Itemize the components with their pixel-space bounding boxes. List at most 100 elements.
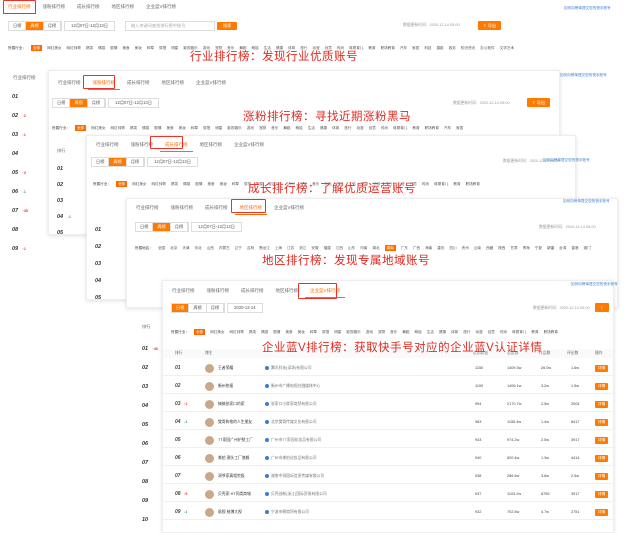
detail-button[interactable]: 详情 xyxy=(595,455,609,462)
category-item[interactable]: 办公软件 xyxy=(480,45,494,51)
region-item[interactable]: 江苏 xyxy=(287,245,294,251)
category-item[interactable]: 教育 xyxy=(412,125,419,131)
category-item[interactable]: 宠物 xyxy=(259,125,266,131)
category-item[interactable]: 音乐 xyxy=(390,329,397,335)
category-item[interactable]: 搞笑 xyxy=(86,45,93,51)
category-item[interactable]: 种草 xyxy=(191,125,198,131)
region-item[interactable]: 山西 xyxy=(207,245,214,251)
category-item[interactable]: 舞蹈 xyxy=(283,125,290,131)
category-item[interactable]: 搞笑 xyxy=(249,329,256,335)
category-item[interactable]: 全部 xyxy=(115,181,128,187)
region-item[interactable]: 内蒙古 xyxy=(219,245,230,251)
detail-button[interactable]: 详情 xyxy=(595,383,609,390)
category-item[interactable]: 美食 xyxy=(285,329,292,335)
tab-enterprise[interactable]: 企业蓝V排行榜 xyxy=(141,1,181,14)
region-item[interactable]: 西藏 xyxy=(486,245,493,251)
category-item[interactable]: 萌娃 xyxy=(415,329,422,335)
category-item[interactable]: 剧情 xyxy=(195,181,202,187)
daily-button[interactable]: 日榜 xyxy=(53,99,71,107)
category-item[interactable]: 种草 xyxy=(310,329,317,335)
monthly-button[interactable]: 月榜 xyxy=(207,304,225,312)
region-item[interactable]: 澳门 xyxy=(584,245,591,251)
category-item[interactable]: 影视娱乐 xyxy=(227,125,241,131)
export-button[interactable]: ⇪ 导出 xyxy=(527,98,551,107)
submit-account-link[interactable]: 如何向榜单提交您的快手账号 xyxy=(571,282,618,287)
region-item[interactable]: 陕西 xyxy=(498,245,505,251)
category-item[interactable]: 母婴育儿 xyxy=(512,329,526,335)
table-row[interactable]: 09 ↓1 晗视 柚博大视 宁波市朝商贸有限公司 932 702.5w 4.7w 2751 详情 xyxy=(163,505,613,520)
region-item[interactable]: 宁夏 xyxy=(535,245,542,251)
avatar[interactable] xyxy=(205,364,214,373)
monthly-button[interactable]: 月榜 xyxy=(127,158,145,166)
table-row[interactable]: 05 TT家园广州护肤工厂 广州市TT家园化妆品有限公司 943 974.2w 2.5w 3… xyxy=(163,433,613,448)
avatar[interactable] xyxy=(205,382,214,391)
region-item[interactable]: 青海 xyxy=(523,245,530,251)
tab-rising[interactable]: 涨粉排行榜 xyxy=(38,1,71,14)
category-item[interactable]: 剧情 xyxy=(154,125,161,131)
tab-region[interactable]: 地区排行榜 xyxy=(107,1,140,14)
tab-industry[interactable]: 行业排行榜 xyxy=(167,285,200,298)
category-item[interactable]: 旅行 xyxy=(344,125,351,131)
region-item[interactable]: 全国 xyxy=(158,245,165,251)
category-item[interactable]: 文学艺术 xyxy=(500,45,514,51)
region-item[interactable]: 四川 xyxy=(449,245,456,251)
category-item[interactable]: 美妆 xyxy=(298,329,305,335)
region-item[interactable]: 广西 xyxy=(413,245,420,251)
category-item[interactable]: 游戏 xyxy=(247,125,254,131)
region-item[interactable]: 辽宁 xyxy=(235,245,242,251)
tab-enterprise[interactable]: 企业蓝V排行榜 xyxy=(191,77,231,90)
weekly-button[interactable]: 周榜 xyxy=(109,158,127,166)
date-picker[interactable]: 12月07日-12月13日 xyxy=(191,222,242,232)
category-item[interactable]: 全部 xyxy=(74,125,87,131)
monthly-button[interactable]: 月榜 xyxy=(171,223,189,231)
region-item[interactable]: 浙江 xyxy=(299,245,306,251)
category-item[interactable]: 母婴育儿 xyxy=(434,181,448,187)
category-item[interactable]: 网红帅哥 xyxy=(230,329,244,335)
region-item[interactable]: 上海 xyxy=(275,245,282,251)
weekly-button[interactable]: 周榜 xyxy=(153,223,171,231)
export-button[interactable]: ⇪ xyxy=(595,303,609,312)
date-picker[interactable]: 2020-12-14 xyxy=(227,303,263,313)
category-item[interactable]: 网红美女 xyxy=(132,181,146,187)
avatar[interactable] xyxy=(205,436,214,445)
category-item[interactable]: 情感 xyxy=(183,181,190,187)
category-item[interactable]: 明星 xyxy=(334,329,341,335)
category-item[interactable]: 家居 xyxy=(412,45,419,51)
category-item[interactable]: 创意 xyxy=(369,125,376,131)
detail-button[interactable]: 详情 xyxy=(595,491,609,498)
category-item[interactable]: 萌娃 xyxy=(296,125,303,131)
category-item[interactable]: 美妆 xyxy=(220,181,227,187)
category-item[interactable]: 美食 xyxy=(207,181,214,187)
region-item[interactable]: 福建 xyxy=(324,245,331,251)
region-item[interactable]: 新疆 xyxy=(547,245,554,251)
category-item[interactable]: 剧情 xyxy=(273,329,280,335)
daily-button[interactable]: 日榜 xyxy=(9,22,27,30)
category-item[interactable]: 教育 xyxy=(531,329,538,335)
monthly-button[interactable]: 月榜 xyxy=(88,99,106,107)
category-item[interactable]: 舞蹈 xyxy=(402,329,409,335)
category-item[interactable]: 情感 xyxy=(261,329,268,335)
region-item[interactable]: 广东 xyxy=(401,245,408,251)
category-item[interactable]: 网红帅哥 xyxy=(67,45,81,51)
category-item[interactable]: 健康 xyxy=(320,125,327,131)
tab-rising[interactable]: 涨粉排行榜 xyxy=(202,285,235,298)
avatar[interactable] xyxy=(205,454,214,463)
category-item[interactable]: 美妆 xyxy=(135,45,142,51)
category-item[interactable]: 旅行 xyxy=(463,329,470,335)
monthly-button[interactable]: 月榜 xyxy=(44,22,62,30)
region-item[interactable]: 江西 xyxy=(336,245,343,251)
category-item[interactable]: 汽车 xyxy=(444,125,451,131)
detail-button[interactable]: 详情 xyxy=(595,365,609,372)
region-item[interactable]: 天津 xyxy=(182,245,189,251)
tab-enterprise[interactable]: 企业蓝V排行榜 xyxy=(269,202,309,215)
category-item[interactable]: 动漫 xyxy=(356,125,363,131)
category-item[interactable]: 体育 xyxy=(332,125,339,131)
category-item[interactable]: 音乐 xyxy=(271,125,278,131)
category-item[interactable]: 明星 xyxy=(171,45,178,51)
category-item[interactable]: 科技 xyxy=(424,45,431,51)
category-item[interactable]: 生活 xyxy=(427,329,434,335)
region-item[interactable]: 海南 xyxy=(425,245,432,251)
detail-button[interactable]: 详情 xyxy=(595,401,609,408)
tab-industry[interactable]: 行业排行榜 xyxy=(91,139,124,152)
category-item[interactable]: 创意 xyxy=(488,329,495,335)
